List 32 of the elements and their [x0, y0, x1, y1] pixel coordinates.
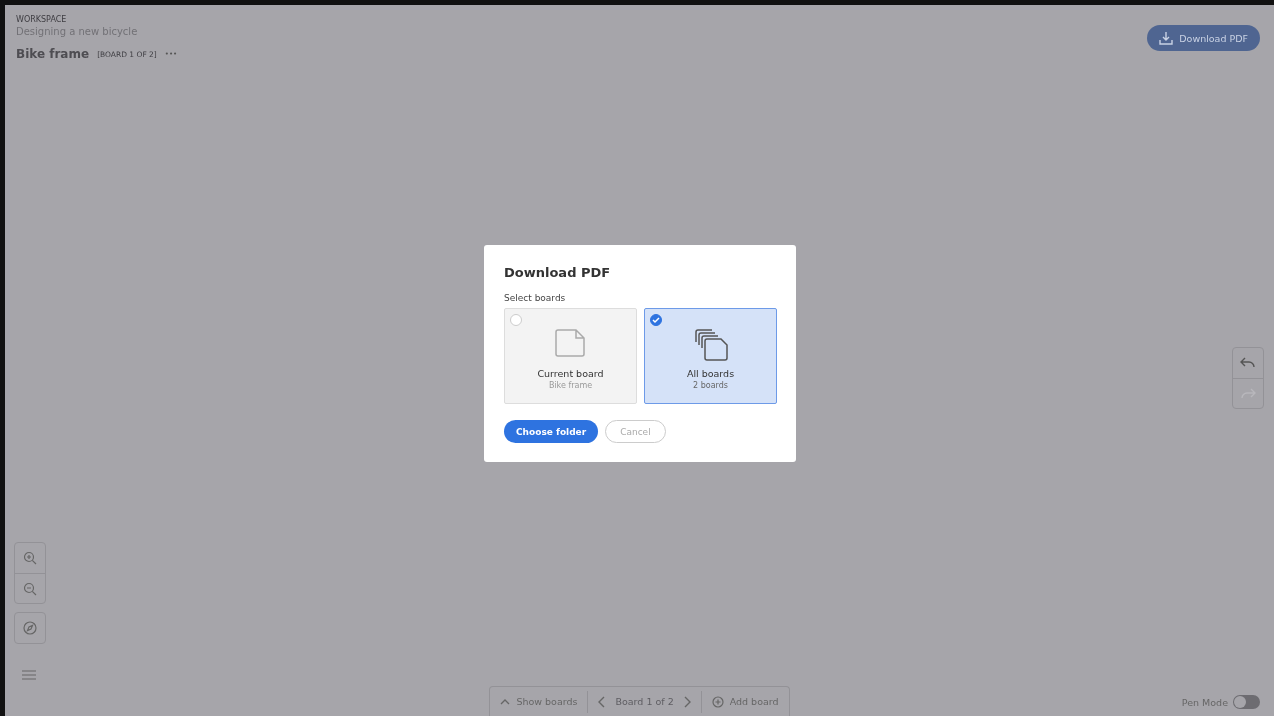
board-counter: Board 1 of 2	[615, 696, 674, 707]
stacked-pages-icon	[692, 329, 729, 361]
next-board-button[interactable]	[683, 695, 691, 708]
option-title: Current board	[537, 368, 604, 379]
plus-circle-icon	[711, 695, 724, 708]
option-subtitle: 2 boards	[693, 381, 728, 390]
board-title: Bike frame	[16, 47, 90, 61]
cancel-button[interactable]: Cancel	[605, 420, 666, 443]
download-icon	[1159, 31, 1174, 45]
option-title: All boards	[686, 368, 735, 379]
menu-button[interactable]	[22, 670, 36, 680]
page-icon	[554, 329, 587, 357]
choose-folder-button[interactable]: Choose folder	[504, 420, 599, 443]
compass-icon	[23, 621, 37, 635]
pen-mode-label: Pen Mode	[1181, 696, 1228, 708]
zoom-out-icon	[23, 581, 37, 596]
board-option-card[interactable]: All boards 2 boards	[644, 308, 777, 404]
previous-board-button[interactable]	[598, 695, 606, 708]
zoom-in-icon	[23, 551, 37, 565]
chevron-up-icon	[500, 698, 511, 705]
section-label: Select boards	[504, 293, 567, 303]
pen-mode-toggle[interactable]	[1233, 695, 1260, 709]
radio-indicator[interactable]	[510, 314, 522, 326]
board-option-card[interactable]: Current board Bike frame	[504, 308, 637, 404]
undo-icon	[1240, 357, 1256, 369]
dialog-title: Download PDF	[504, 265, 612, 280]
download-pdf-button[interactable]: Download PDF	[1147, 25, 1260, 51]
workspace-label: WORKSPACE	[16, 15, 68, 24]
option-subtitle: Bike frame	[548, 381, 593, 390]
add-board-button[interactable]: Add board	[711, 695, 779, 708]
show-boards-button[interactable]: Show boards	[500, 696, 578, 707]
radio-indicator[interactable]	[650, 314, 662, 326]
